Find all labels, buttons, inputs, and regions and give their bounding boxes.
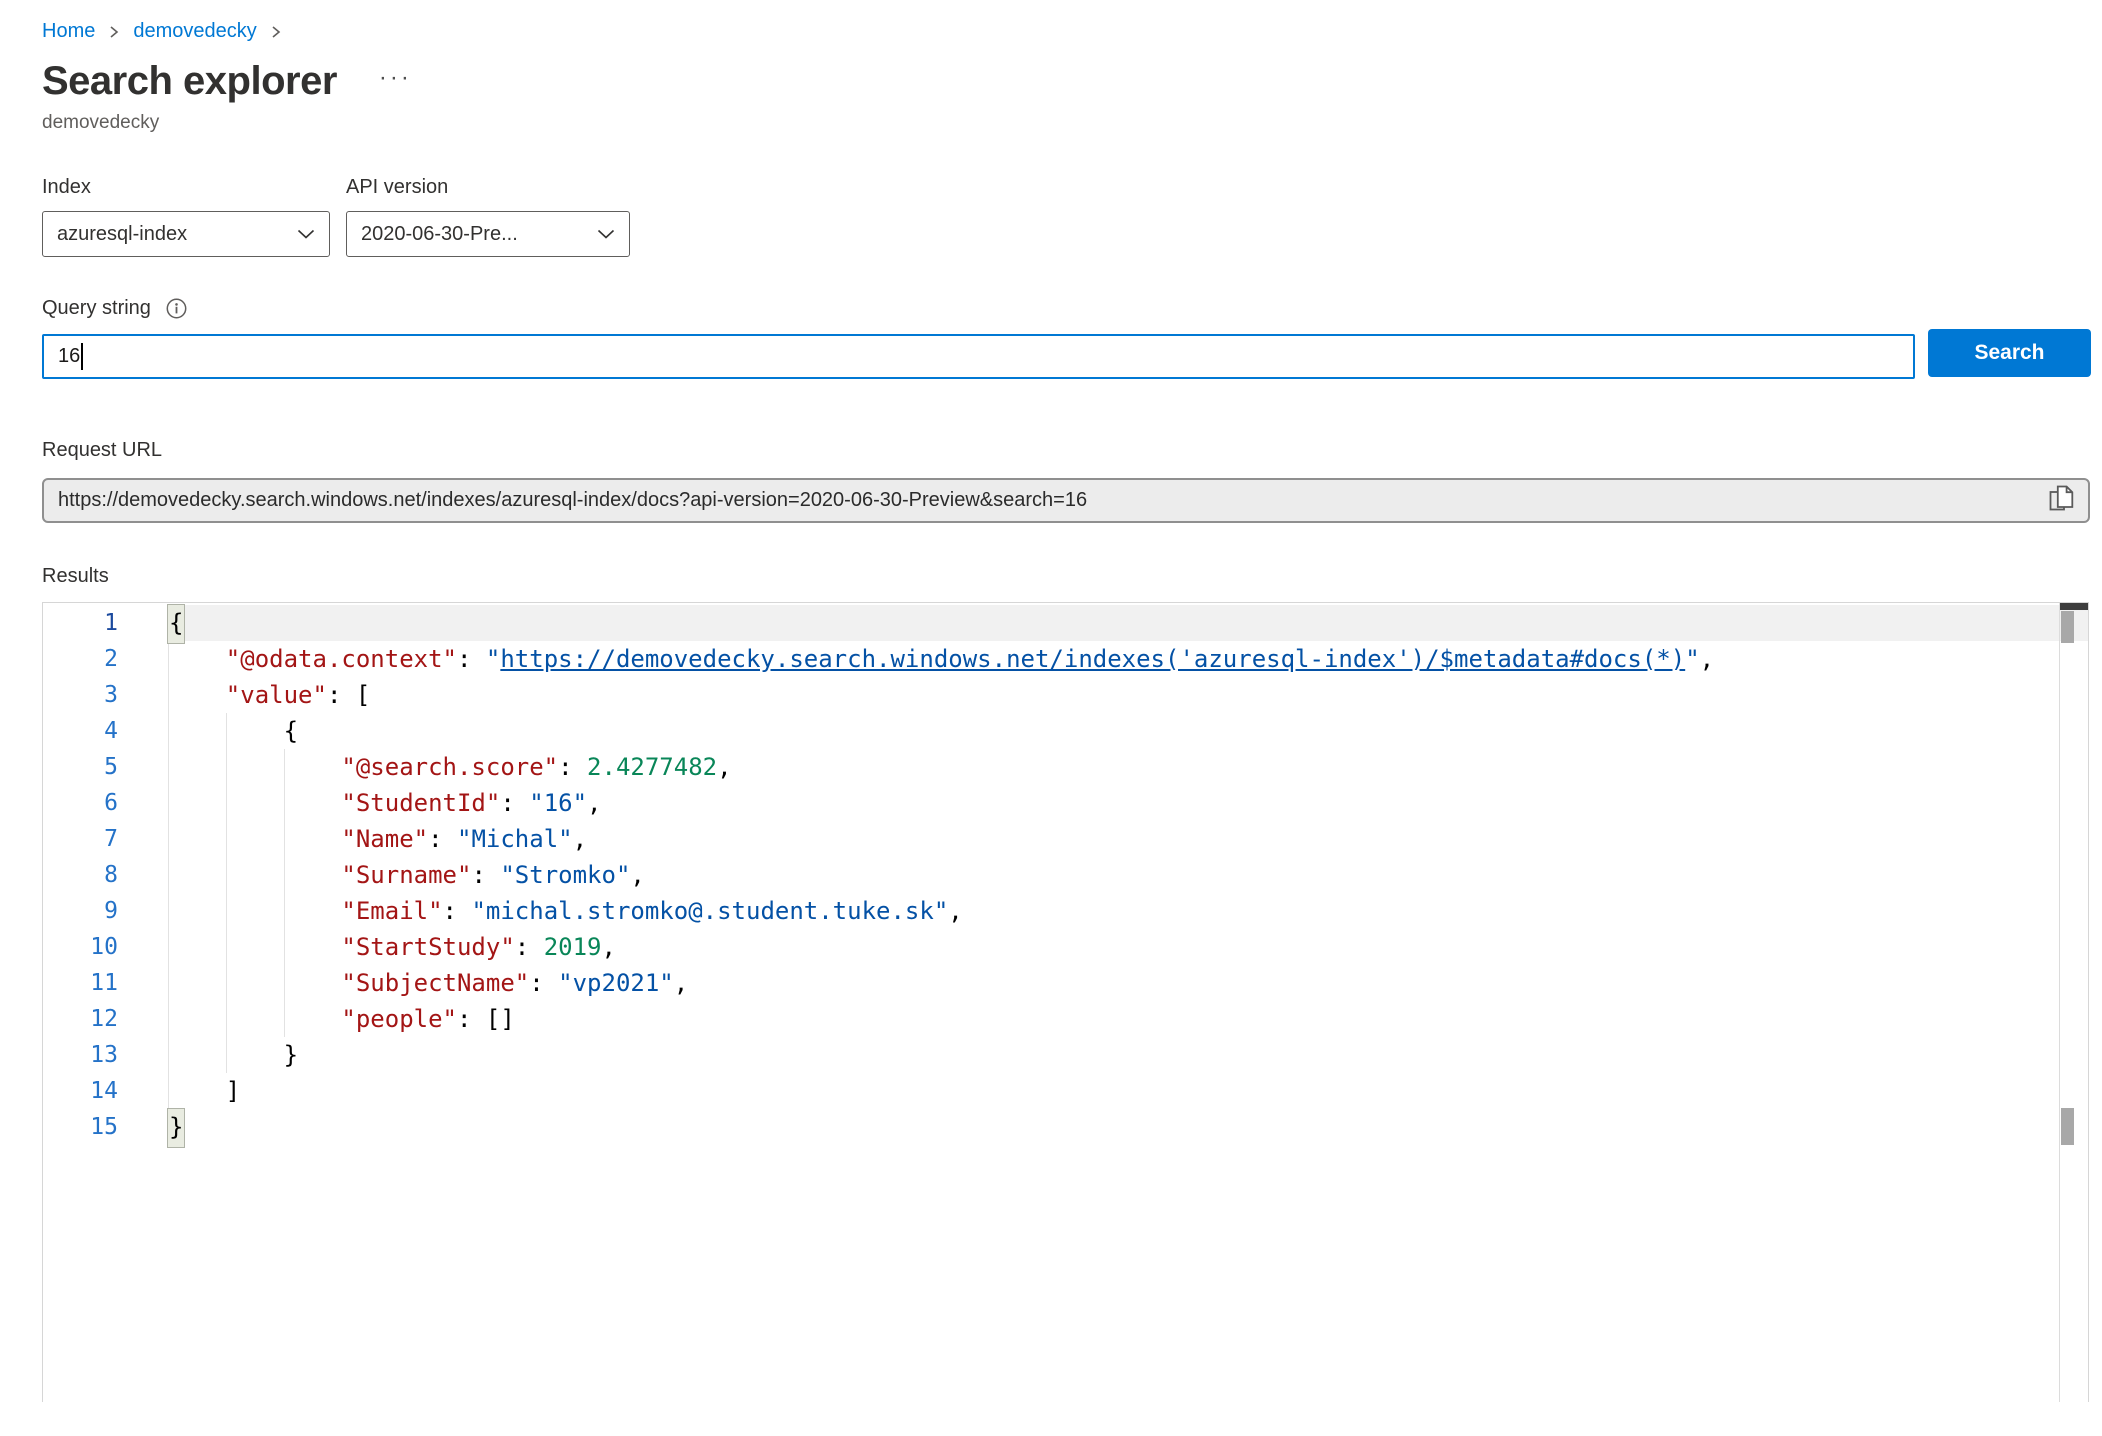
code-line: {: [168, 713, 2088, 749]
index-label: Index: [42, 176, 346, 199]
index-dropdown-value: azuresql-index: [57, 223, 289, 246]
overview-ruler-cursor-mark: [2060, 603, 2088, 610]
code-text: ]: [168, 1073, 2088, 1109]
code-line-row: 13 }: [43, 1037, 2088, 1073]
code-line-row: 10 "StartStudy": 2019,: [43, 929, 2088, 965]
request-url-field[interactable]: https://demovedecky.search.windows.net/i…: [42, 478, 2090, 523]
query-string-input[interactable]: 16: [42, 334, 1915, 379]
code-text: "Surname": "Stromko",: [168, 857, 2088, 893]
code-line-row: 6 "StudentId": "16",: [43, 785, 2088, 821]
copy-icon: [2049, 485, 2074, 517]
page-subtitle: demovedecky: [42, 112, 2102, 134]
code-text: "people": []: [168, 1001, 2088, 1037]
index-dropdown[interactable]: azuresql-index: [42, 211, 330, 257]
code-text: "value": [: [168, 677, 2088, 713]
line-number: 1: [43, 605, 168, 641]
scrollbar-thumb[interactable]: [2061, 611, 2074, 643]
code-line: "Name": "Michal",: [168, 821, 2088, 857]
code-text: "@search.score": 2.4277482,: [168, 749, 2088, 785]
api-version-dropdown[interactable]: 2020-06-30-Pre...: [346, 211, 630, 257]
info-icon[interactable]: [165, 297, 188, 320]
breadcrumb: Home demovedecky: [42, 20, 2102, 43]
code-line: {: [168, 605, 2088, 641]
api-version-dropdown-value: 2020-06-30-Pre...: [361, 223, 589, 246]
code-line-row: 8 "Surname": "Stromko",: [43, 857, 2088, 893]
line-number: 6: [43, 785, 168, 821]
code-line: "value": [: [168, 677, 2088, 713]
code-line-row: 4 {: [43, 713, 2088, 749]
line-number: 13: [43, 1037, 168, 1073]
scrollbar-thumb[interactable]: [2061, 1108, 2074, 1145]
line-number: 12: [43, 1001, 168, 1037]
code-line: "people": []: [168, 1001, 2088, 1037]
code-line-row: 15}: [43, 1109, 2088, 1145]
code-text: {: [168, 605, 2088, 641]
code-line-row: 2 "@odata.context": "https://demovedecky…: [43, 641, 2088, 677]
line-number: 10: [43, 929, 168, 965]
query-string-value: 16: [58, 345, 80, 368]
request-url-value: https://demovedecky.search.windows.net/i…: [58, 489, 2037, 512]
code-line: "SubjectName": "vp2021",: [168, 965, 2088, 1001]
api-version-label: API version: [346, 176, 630, 199]
chevron-right-icon: [269, 24, 283, 40]
code-line-row: 3 "value": [: [43, 677, 2088, 713]
code-line: }: [168, 1109, 2088, 1145]
code-line-row: 11 "SubjectName": "vp2021",: [43, 965, 2088, 1001]
line-number: 4: [43, 713, 168, 749]
line-number: 2: [43, 641, 168, 677]
text-caret: [81, 343, 83, 370]
line-number: 7: [43, 821, 168, 857]
line-number: 14: [43, 1073, 168, 1109]
line-number: 3: [43, 677, 168, 713]
code-text: "Name": "Michal",: [168, 821, 2088, 857]
code-text: }: [168, 1037, 2088, 1073]
code-line: ]: [168, 1073, 2088, 1109]
search-explorer-page: Home demovedecky Search explorer ··· dem…: [0, 0, 2102, 1402]
search-button[interactable]: Search: [1928, 329, 2091, 377]
code-line-row: 14 ]: [43, 1073, 2088, 1109]
chevron-right-icon: [107, 24, 121, 40]
code-line: "StudentId": "16",: [168, 785, 2088, 821]
code-text: "SubjectName": "vp2021",: [168, 965, 2088, 1001]
line-number: 5: [43, 749, 168, 785]
line-number: 9: [43, 893, 168, 929]
code-line-row: 9 "Email": "michal.stromko@.student.tuke…: [43, 893, 2088, 929]
code-text: {: [168, 713, 2088, 749]
code-text: "StartStudy": 2019,: [168, 929, 2088, 965]
line-number: 15: [43, 1109, 168, 1145]
code-line: }: [168, 1037, 2088, 1073]
code-line: "Surname": "Stromko",: [168, 857, 2088, 893]
more-options-button[interactable]: ···: [379, 64, 412, 92]
results-label: Results: [42, 565, 2102, 588]
code-line: "Email": "michal.stromko@.student.tuke.s…: [168, 893, 2088, 929]
chevron-down-icon: [597, 229, 615, 240]
code-line: "@odata.context": "https://demovedecky.s…: [168, 641, 2088, 677]
code-text: "@odata.context": "https://demovedecky.s…: [168, 641, 2088, 677]
chevron-down-icon: [297, 229, 315, 240]
line-number: 11: [43, 965, 168, 1001]
query-string-label: Query string: [42, 297, 151, 320]
code-text: }: [168, 1109, 2088, 1145]
copy-button[interactable]: [2049, 485, 2074, 517]
code-lines: 1{2 "@odata.context": "https://demovedec…: [43, 603, 2088, 1145]
code-line-row: 7 "Name": "Michal",: [43, 821, 2088, 857]
code-text: "Email": "michal.stromko@.student.tuke.s…: [168, 893, 2088, 929]
code-text: "StudentId": "16",: [168, 785, 2088, 821]
breadcrumb-home-link[interactable]: Home: [42, 20, 95, 43]
code-line: "@search.score": 2.4277482,: [168, 749, 2088, 785]
code-line-row: 5 "@search.score": 2.4277482,: [43, 749, 2088, 785]
line-number: 8: [43, 857, 168, 893]
code-line-row: 1{: [43, 605, 2088, 641]
request-url-label: Request URL: [42, 439, 2102, 462]
breadcrumb-resource-link[interactable]: demovedecky: [133, 20, 256, 43]
code-line: "StartStudy": 2019,: [168, 929, 2088, 965]
editor-scrollbar: [2059, 603, 2088, 1402]
code-line-row: 12 "people": []: [43, 1001, 2088, 1037]
results-json-editor[interactable]: 1{2 "@odata.context": "https://demovedec…: [42, 602, 2089, 1402]
page-title: Search explorer: [42, 59, 337, 104]
